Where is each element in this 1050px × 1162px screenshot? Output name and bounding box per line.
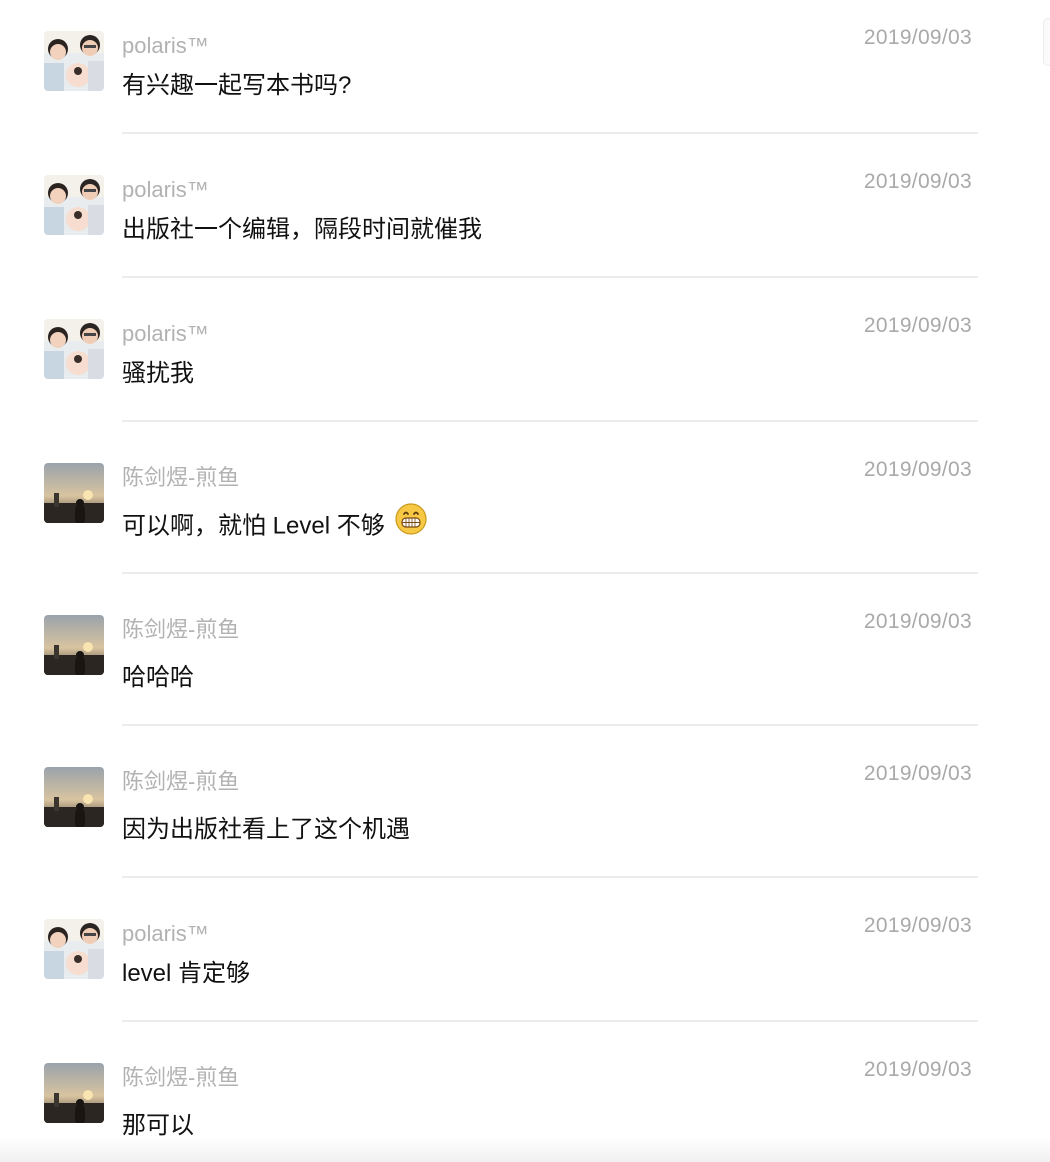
timestamp: 2019/09/03 — [863, 762, 972, 785]
sender-name: polaris™ — [122, 177, 209, 202]
family-avatar[interactable] — [44, 175, 104, 235]
sender-name: 陈剑煜-煎鱼 — [122, 769, 240, 794]
sunset-avatar[interactable] — [44, 1063, 104, 1123]
message-text: 出版社一个编辑，隔段时间就催我 — [122, 216, 482, 243]
timestamp: 2019/09/03 — [863, 914, 972, 937]
sender-name: polaris™ — [122, 33, 209, 58]
message-text-content: 可以啊，就怕 Level 不够 — [122, 512, 385, 540]
family-avatar[interactable] — [44, 319, 104, 379]
divider — [122, 1020, 978, 1022]
timestamp: 2019/09/03 — [863, 1058, 972, 1081]
sunset-avatar[interactable] — [44, 767, 104, 827]
message-text: 骚扰我 — [122, 360, 194, 387]
divider — [122, 724, 978, 726]
bottom-fade — [0, 1138, 1050, 1162]
chat-history-panel: polaris™ 2019/09/03 有兴趣一起写本书吗? polaris™ … — [0, 0, 1050, 1162]
divider — [122, 276, 978, 278]
family-avatar[interactable] — [44, 919, 104, 979]
sender-name: polaris™ — [122, 321, 209, 346]
sender-name: 陈剑煜-煎鱼 — [122, 1065, 240, 1090]
grinning-face-emoji — [395, 503, 427, 545]
divider — [122, 876, 978, 878]
timestamp: 2019/09/03 — [863, 314, 972, 337]
timestamp: 2019/09/03 — [863, 26, 972, 49]
divider — [122, 132, 978, 134]
timestamp: 2019/09/03 — [863, 170, 972, 193]
timestamp: 2019/09/03 — [863, 458, 972, 481]
divider — [122, 420, 978, 422]
message-text: 因为出版社看上了这个机遇 — [122, 816, 410, 843]
message-text: 有兴趣一起写本书吗? — [122, 72, 352, 99]
message-text: 哈哈哈 — [122, 664, 194, 691]
sunset-avatar[interactable] — [44, 463, 104, 523]
divider — [122, 572, 978, 574]
sunset-avatar[interactable] — [44, 615, 104, 675]
scrollbar[interactable] — [1043, 18, 1050, 66]
sender-name: polaris™ — [122, 921, 209, 946]
sender-name: 陈剑煜-煎鱼 — [122, 617, 240, 642]
timestamp: 2019/09/03 — [863, 610, 972, 633]
family-avatar[interactable] — [44, 31, 104, 91]
sender-name: 陈剑煜-煎鱼 — [122, 465, 240, 490]
message-text: 可以啊，就怕 Level 不够 — [122, 503, 427, 545]
message-text: level 肯定够 — [122, 960, 251, 987]
